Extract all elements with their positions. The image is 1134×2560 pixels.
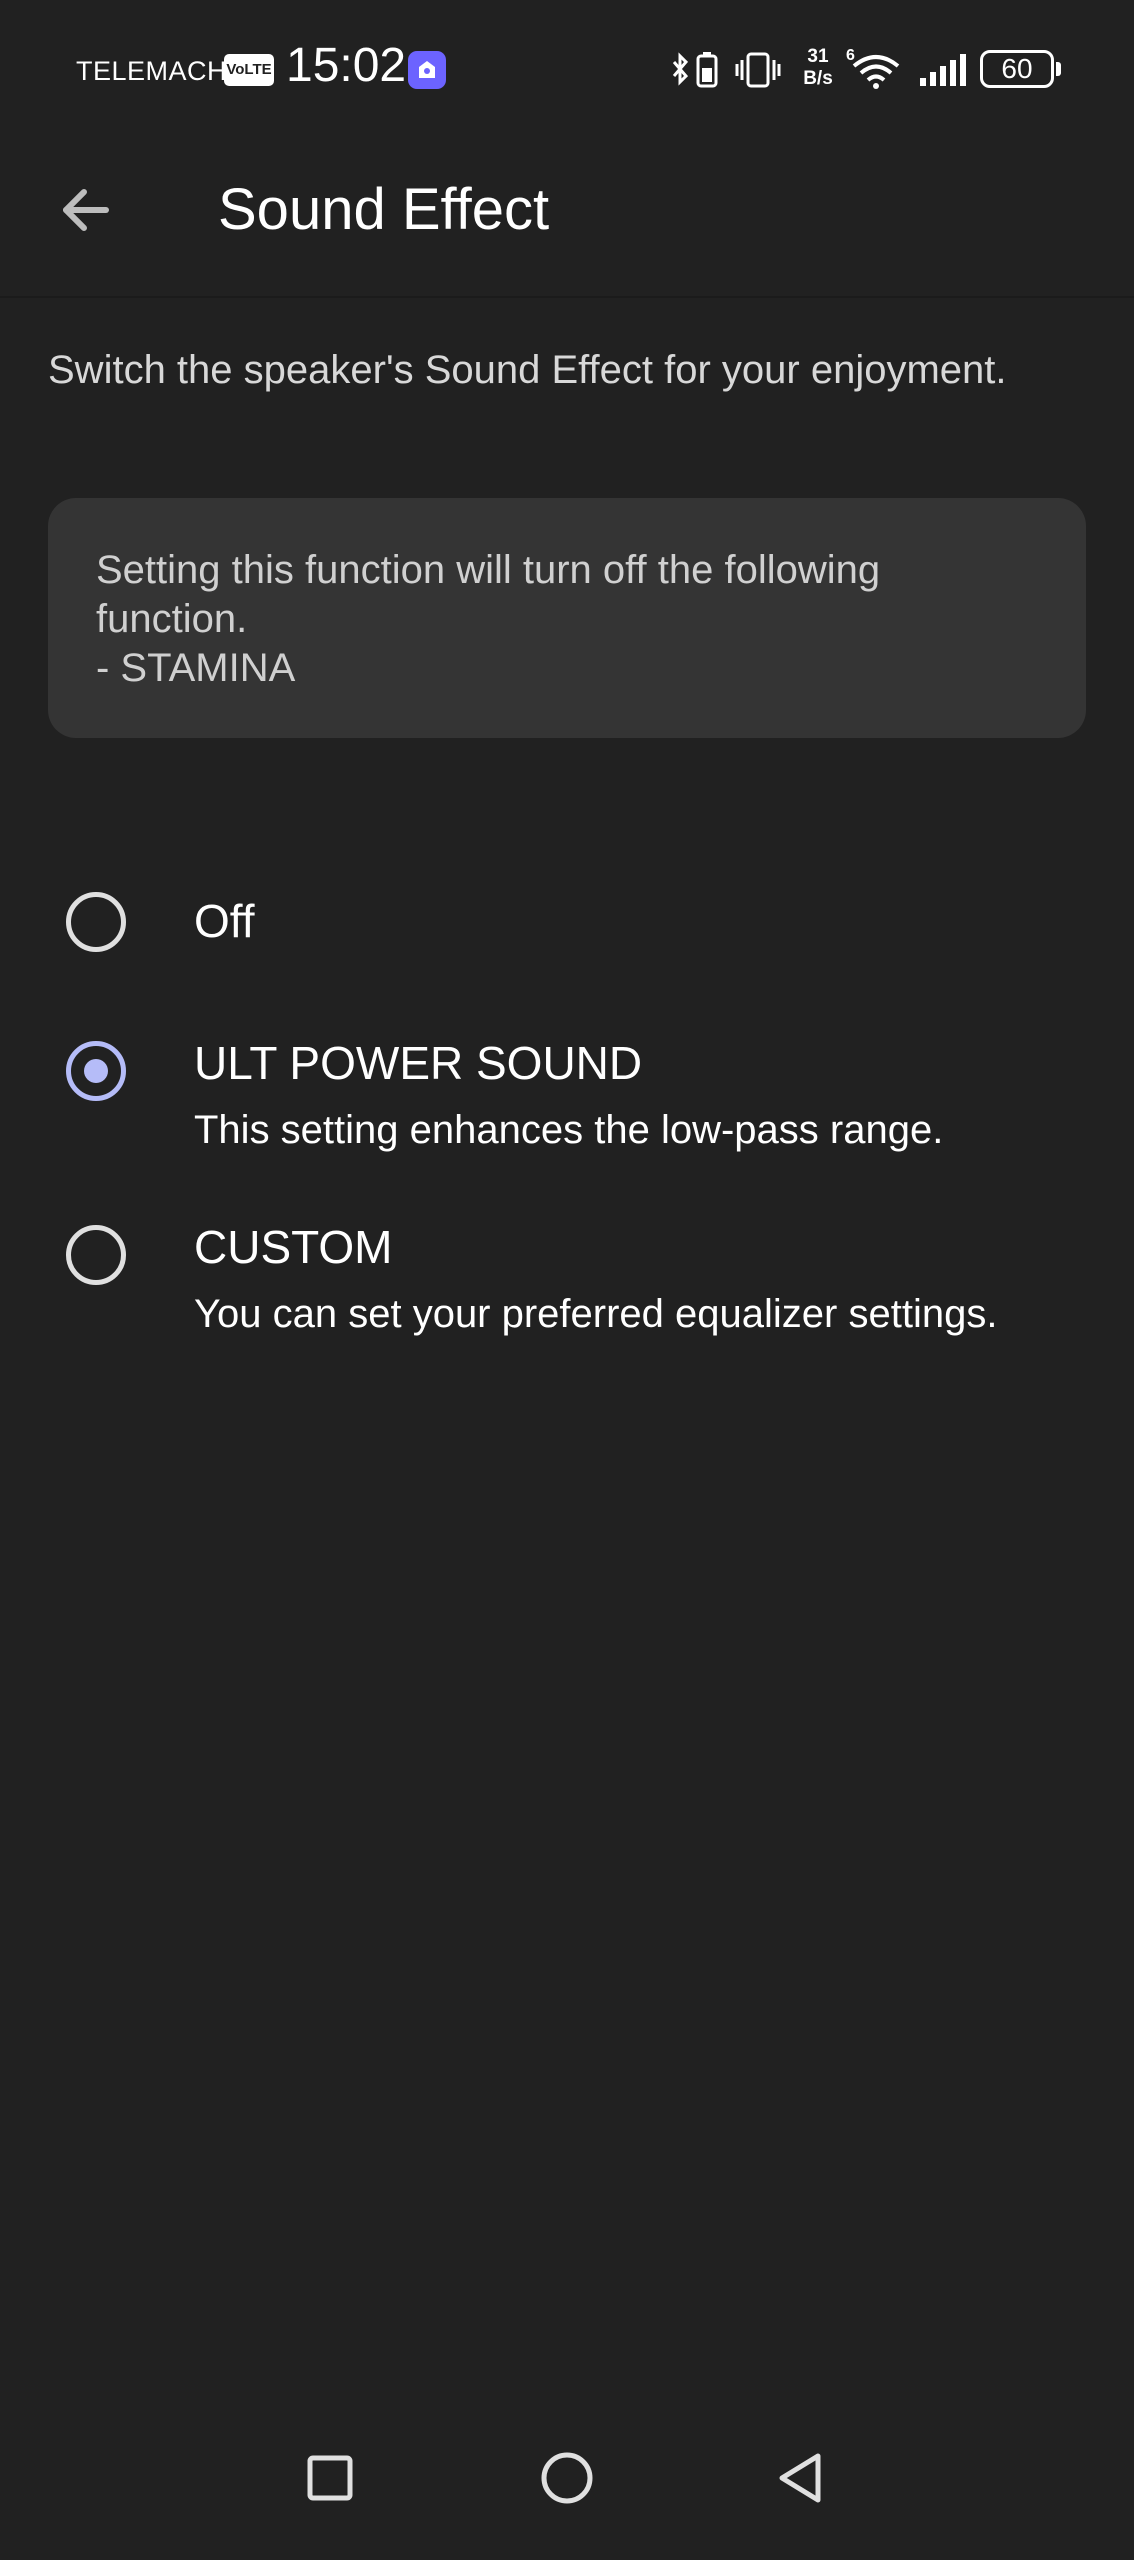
- volte-icon: VoLTE: [224, 54, 274, 86]
- page-description: Switch the speaker's Sound Effect for yo…: [48, 348, 1007, 392]
- radio-selected-dot: [84, 1059, 108, 1083]
- vibrate-icon: [734, 50, 782, 95]
- option-label: Off: [194, 895, 255, 947]
- option-ult-power-sound[interactable]: ULT POWER SOUND This setting enhances th…: [0, 1030, 1134, 1170]
- battery-icon: 60: [980, 50, 1054, 88]
- app-bar: Sound Effect: [0, 140, 1134, 298]
- home-button[interactable]: [527, 2438, 607, 2518]
- carrier-name: TELEMACH: [76, 56, 228, 86]
- signal-icon: [918, 52, 968, 93]
- status-bar: TELEMACH VoLTE 15:02 31 B/s 6 60: [0, 0, 1134, 140]
- app-notification-icon: [408, 51, 446, 89]
- system-back-button[interactable]: [762, 2438, 842, 2518]
- network-speed-unit: B/s: [803, 68, 833, 89]
- wifi-generation-text: 6: [846, 47, 855, 64]
- navigation-bar: [0, 2430, 1134, 2560]
- bluetooth-battery-icon: [668, 50, 724, 95]
- notice-text: Setting this function will turn off the …: [96, 548, 881, 690]
- network-speed: 31 B/s: [798, 46, 838, 90]
- radio-button-off[interactable]: [66, 892, 126, 952]
- network-speed-value: 31: [807, 46, 829, 67]
- option-description: You can set your preferred equalizer set…: [194, 1292, 998, 1336]
- option-off[interactable]: Off: [0, 880, 1134, 990]
- circle-icon: [541, 2452, 593, 2504]
- square-icon: [307, 2455, 353, 2501]
- page-title: Sound Effect: [218, 177, 550, 242]
- option-label: ULT POWER SOUND: [194, 1037, 643, 1089]
- radio-button-ult-power-sound[interactable]: [66, 1041, 126, 1101]
- status-time: 15:02: [286, 39, 407, 92]
- recents-button[interactable]: [290, 2438, 370, 2518]
- arrow-left-icon: [63, 189, 109, 231]
- back-button[interactable]: [44, 168, 128, 252]
- radio-button-custom[interactable]: [66, 1225, 126, 1285]
- triangle-back-icon: [779, 2453, 821, 2503]
- option-description: This setting enhances the low-pass range…: [194, 1108, 944, 1152]
- option-custom[interactable]: CUSTOM You can set your preferred equali…: [0, 1214, 1134, 1354]
- notice-card: Setting this function will turn off the …: [48, 498, 1086, 738]
- wifi-icon: 6: [846, 46, 904, 95]
- option-label: CUSTOM: [194, 1221, 393, 1273]
- battery-tip: [1056, 62, 1061, 76]
